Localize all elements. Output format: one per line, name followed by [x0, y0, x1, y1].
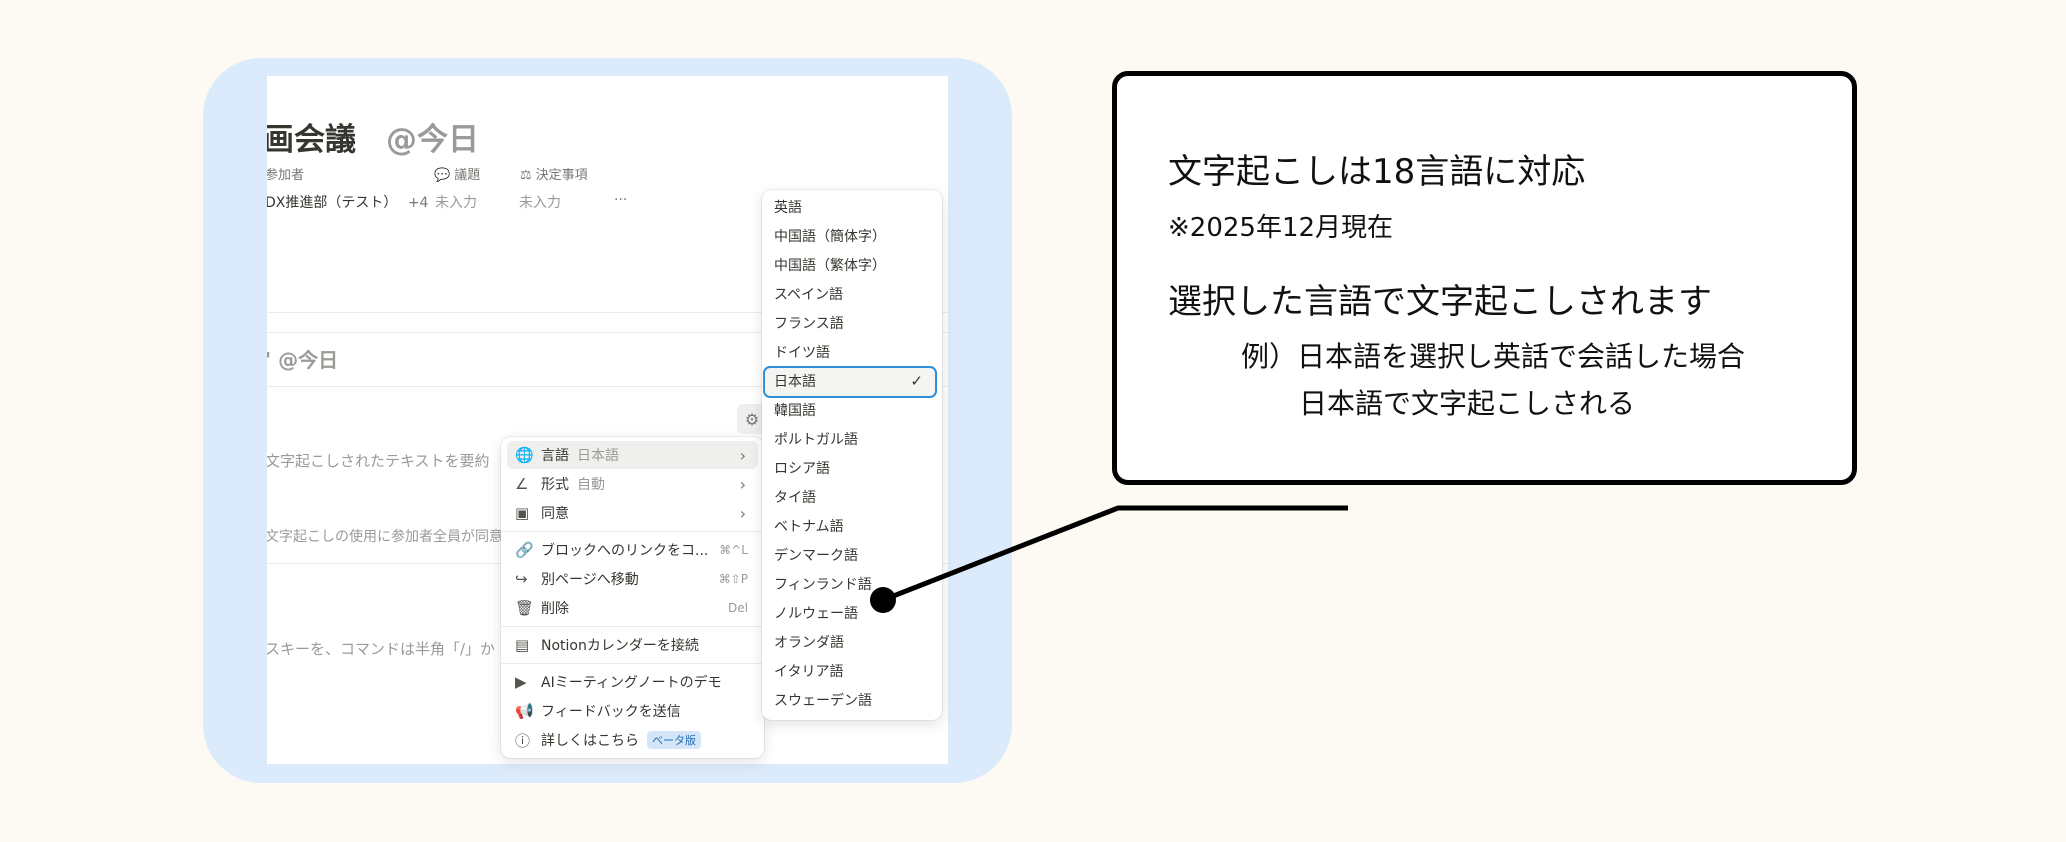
annotation-callout: 文字起こしは18言語に対応 ※2025年12月現在 選択した言語で文字起こしされ…	[1112, 71, 1857, 485]
connector-dot	[870, 587, 896, 613]
callout-example-1: 例）日本語を選択し英話で会話した場合	[1241, 340, 1746, 373]
callout-main-text: 選択した言語で文字起こしされます	[1168, 282, 1712, 322]
callout-example-2: 日本語で文字起こしされる	[1299, 387, 1636, 420]
connector-line	[882, 505, 1348, 603]
callout-heading: 文字起こしは18言語に対応	[1168, 152, 1586, 192]
callout-date-note: ※2025年12月現在	[1168, 213, 1394, 243]
